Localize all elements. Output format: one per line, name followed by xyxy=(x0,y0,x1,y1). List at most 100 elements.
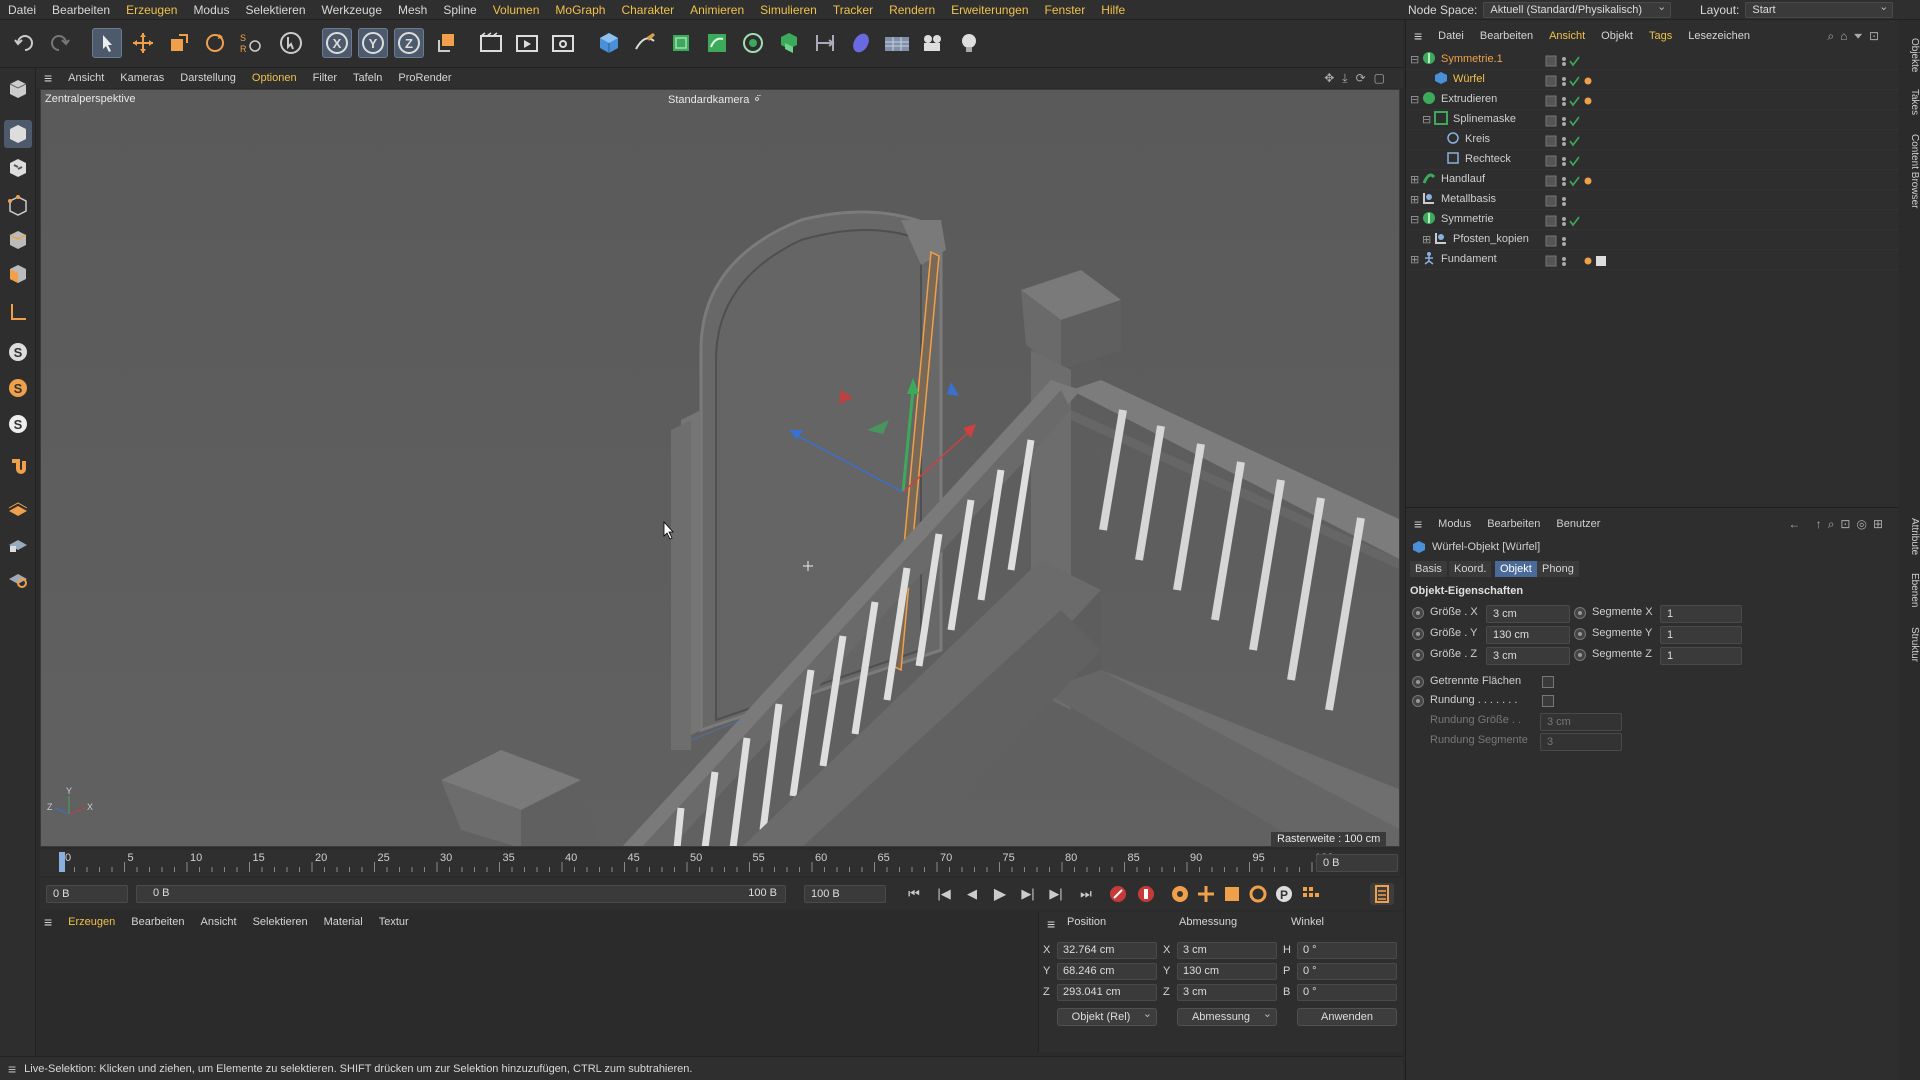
material-menu-bearbeiten[interactable]: Bearbeiten xyxy=(123,916,192,928)
menu-werkzeuge[interactable]: Werkzeuge xyxy=(314,0,390,20)
magnet-icon[interactable] xyxy=(4,454,32,482)
cloner-icon[interactable] xyxy=(738,28,768,58)
pen-icon[interactable] xyxy=(630,28,660,58)
start-frame-field[interactable]: 0 B xyxy=(46,885,128,903)
editor-visibility-dot[interactable] xyxy=(1562,177,1566,181)
menu-hilfe[interactable]: Hilfe xyxy=(1093,0,1133,20)
render-visibility-dot[interactable] xyxy=(1562,82,1566,86)
position-x-field[interactable]: 32.764 cm xyxy=(1057,942,1157,959)
viewport-menu-darstellung[interactable]: Darstellung xyxy=(172,72,244,84)
object-row-wuerfel[interactable]: Würfel xyxy=(1406,70,1899,90)
menu-mograph[interactable]: MoGraph xyxy=(547,0,613,20)
layer-color-box[interactable] xyxy=(1545,175,1557,187)
object-row-pfosten-kopien[interactable]: ⊞ Pfosten_kopien xyxy=(1406,230,1899,250)
3d-viewport[interactable]: Y X Z Zentralperspektive Standardkamera … xyxy=(40,89,1400,847)
recent-tools-icon[interactable]: SR xyxy=(236,28,266,58)
size-x-input[interactable]: 3 cm xyxy=(1486,605,1570,623)
size-y-anim-toggle[interactable] xyxy=(1412,628,1424,640)
render-visibility-dot[interactable] xyxy=(1562,122,1566,126)
segments-y-input[interactable]: 1 xyxy=(1660,626,1742,644)
material-menu-hamburger-icon[interactable]: ≡ xyxy=(36,914,60,930)
deformer-icon[interactable] xyxy=(810,28,840,58)
object-row-fundament[interactable]: ⊞ Fundament xyxy=(1406,250,1899,270)
move-icon[interactable] xyxy=(128,28,158,58)
axis-mode-icon[interactable] xyxy=(4,298,32,326)
symmetry-snap-icon[interactable]: S xyxy=(4,410,32,438)
attribute-menu-benutzer[interactable]: Benutzer xyxy=(1548,518,1608,530)
size-mode-select[interactable]: Abmessung xyxy=(1177,1006,1277,1026)
point-level-key-icon[interactable] xyxy=(1298,883,1322,905)
object-visibility-flags[interactable] xyxy=(1542,50,1622,274)
phong-tag-icon[interactable] xyxy=(1584,77,1592,85)
object-manager-tools-icons[interactable]: ⌕⌂⏷⊡ xyxy=(1827,29,1885,44)
rounding-checkbox[interactable] xyxy=(1542,695,1554,707)
viewport-nav-icons[interactable]: ✥⤓⟳▢ xyxy=(1324,71,1393,86)
editor-visibility-dot[interactable] xyxy=(1562,197,1566,201)
object-row-symmetrie1[interactable]: ⊟ Symmetrie.1 xyxy=(1406,50,1899,70)
tab-objekt[interactable]: Objekt xyxy=(1495,561,1537,577)
render-visibility-dot[interactable] xyxy=(1562,262,1566,266)
segments-y-anim-toggle[interactable] xyxy=(1574,628,1586,640)
editor-visibility-dot[interactable] xyxy=(1562,157,1566,161)
apply-button[interactable]: Anwenden xyxy=(1297,1008,1397,1026)
mograph-icon[interactable] xyxy=(774,28,804,58)
locked-workplane-icon[interactable] xyxy=(4,530,32,558)
editor-visibility-dot[interactable] xyxy=(1562,97,1566,101)
object-menu-ansicht[interactable]: Ansicht xyxy=(1541,30,1593,42)
position-z-field[interactable]: 293.041 cm xyxy=(1057,984,1157,1001)
points-mode-icon[interactable] xyxy=(4,192,32,220)
step-back-icon[interactable]: ◀ xyxy=(960,883,984,905)
render-visibility-dot[interactable] xyxy=(1562,222,1566,226)
soft-selection-icon[interactable]: S xyxy=(4,374,32,402)
timeline-ruler[interactable]: 0510152025303540455055606570758085909510… xyxy=(40,850,1400,876)
rotation-key-icon[interactable] xyxy=(1246,883,1270,905)
object-row-kreis[interactable]: Kreis xyxy=(1406,130,1899,150)
x-axis-icon[interactable]: X xyxy=(322,28,352,58)
size-x-field[interactable]: 3 cm xyxy=(1177,942,1277,959)
side-tab-objekte[interactable]: Objekte xyxy=(1898,30,1920,80)
side-tab-content-browser[interactable]: Content Browser xyxy=(1898,126,1920,216)
editor-visibility-dot[interactable] xyxy=(1562,237,1566,241)
goto-end-icon[interactable]: ▶| xyxy=(1044,883,1068,905)
expand-icon[interactable]: ⊞ xyxy=(1422,233,1431,246)
tab-koord[interactable]: Koord. xyxy=(1449,561,1492,577)
layer-color-box[interactable] xyxy=(1545,95,1557,107)
material-menu-erzeugen[interactable]: Erzeugen xyxy=(60,916,123,928)
attribute-menu-hamburger-icon[interactable]: ≡ xyxy=(1406,516,1430,532)
layer-color-box[interactable] xyxy=(1545,155,1557,167)
size-y-input[interactable]: 130 cm xyxy=(1486,626,1570,644)
object-row-extrudieren[interactable]: ⊟ Extrudieren xyxy=(1406,90,1899,110)
enabled-check-icon[interactable] xyxy=(1569,56,1580,67)
render-picture-viewer-icon[interactable] xyxy=(512,28,542,58)
end-frame-field[interactable]: 100 B xyxy=(804,885,886,903)
viewport-menu-filter[interactable]: Filter xyxy=(305,72,345,84)
subdivision-icon[interactable] xyxy=(666,28,696,58)
tab-basis[interactable]: Basis xyxy=(1410,561,1447,577)
editor-visibility-dot[interactable] xyxy=(1562,257,1566,261)
attribute-menu-modus[interactable]: Modus xyxy=(1430,518,1479,530)
enabled-check-icon[interactable] xyxy=(1569,216,1580,227)
make-editable-icon[interactable] xyxy=(4,76,32,104)
z-axis-icon[interactable]: Z xyxy=(394,28,424,58)
menu-volumen[interactable]: Volumen xyxy=(485,0,548,20)
size-z-field[interactable]: 3 cm xyxy=(1177,984,1277,1001)
rounding-anim-toggle[interactable] xyxy=(1412,695,1424,707)
timeline-layout-icon[interactable] xyxy=(1370,883,1394,905)
live-selection-icon[interactable] xyxy=(92,28,122,58)
enabled-check-icon[interactable] xyxy=(1569,156,1580,167)
layer-color-box[interactable] xyxy=(1545,195,1557,207)
coordinate-mode-select[interactable]: Objekt (Rel) xyxy=(1057,1006,1157,1026)
render-view-icon[interactable] xyxy=(476,28,506,58)
record-keys-icon[interactable] xyxy=(1106,883,1130,905)
coords-menu-hamburger-icon[interactable]: ≡ xyxy=(1047,916,1055,932)
grid-rotate-icon[interactable] xyxy=(4,564,32,592)
object-row-metallbasis[interactable]: ⊞ Metallbasis xyxy=(1406,190,1899,210)
tab-phong[interactable]: Phong xyxy=(1537,561,1579,577)
play-icon[interactable]: ▶ xyxy=(988,883,1012,905)
viewport-menu-hamburger-icon[interactable]: ≡ xyxy=(36,70,60,86)
layer-color-box[interactable] xyxy=(1545,115,1557,127)
rotation-h-field[interactable]: 0 ° xyxy=(1297,942,1397,959)
editor-visibility-dot[interactable] xyxy=(1562,117,1566,121)
viewport-menu-prorender[interactable]: ProRender xyxy=(390,72,459,84)
current-frame-field[interactable]: 0 B xyxy=(1316,854,1398,872)
